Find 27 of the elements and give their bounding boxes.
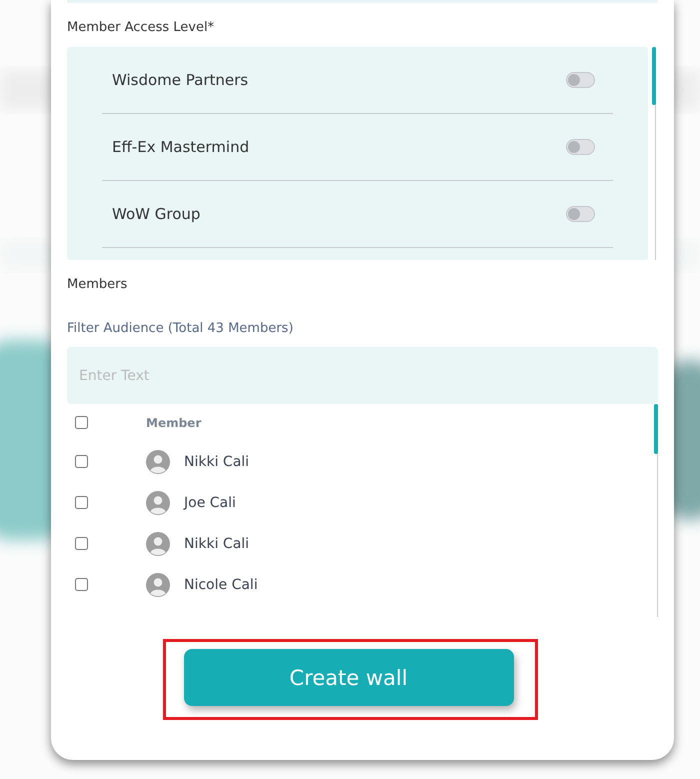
toggle-switch[interactable] <box>566 206 595 222</box>
column-header: Member <box>146 416 202 430</box>
group-name: WoW Group <box>112 205 200 223</box>
member-name: Nikki Cali <box>184 536 250 552</box>
row-checkbox[interactable] <box>75 537 88 550</box>
select-all-checkbox[interactable] <box>75 416 88 429</box>
create-wall-button[interactable]: Create wall <box>184 649 514 706</box>
avatar-icon <box>146 572 170 596</box>
avatar-icon <box>146 450 170 474</box>
row-checkbox[interactable] <box>75 455 88 468</box>
section-label: Members <box>67 277 128 294</box>
toggle-switch[interactable] <box>566 139 595 155</box>
avatar-icon <box>146 490 170 514</box>
filter-label: Filter Audience (Total 43 Members) <box>67 321 294 336</box>
search-field[interactable]: Enter Text <box>67 347 658 404</box>
scrollbar[interactable] <box>654 404 658 617</box>
group-name: Wisdome Partners <box>112 71 248 89</box>
avatar-icon <box>146 532 170 556</box>
toggle-switch[interactable] <box>566 72 595 88</box>
group-name: Eff-Ex Mastermind <box>112 138 250 156</box>
row-checkbox[interactable] <box>75 578 88 591</box>
field-label: Member Access Level* <box>67 20 216 37</box>
member-name: Nicole Cali <box>184 576 258 592</box>
scrollbar[interactable] <box>652 47 656 260</box>
member-name: Nikki Cali <box>184 454 250 470</box>
row-checkbox[interactable] <box>75 496 88 509</box>
member-name: Joe Cali <box>184 494 236 510</box>
